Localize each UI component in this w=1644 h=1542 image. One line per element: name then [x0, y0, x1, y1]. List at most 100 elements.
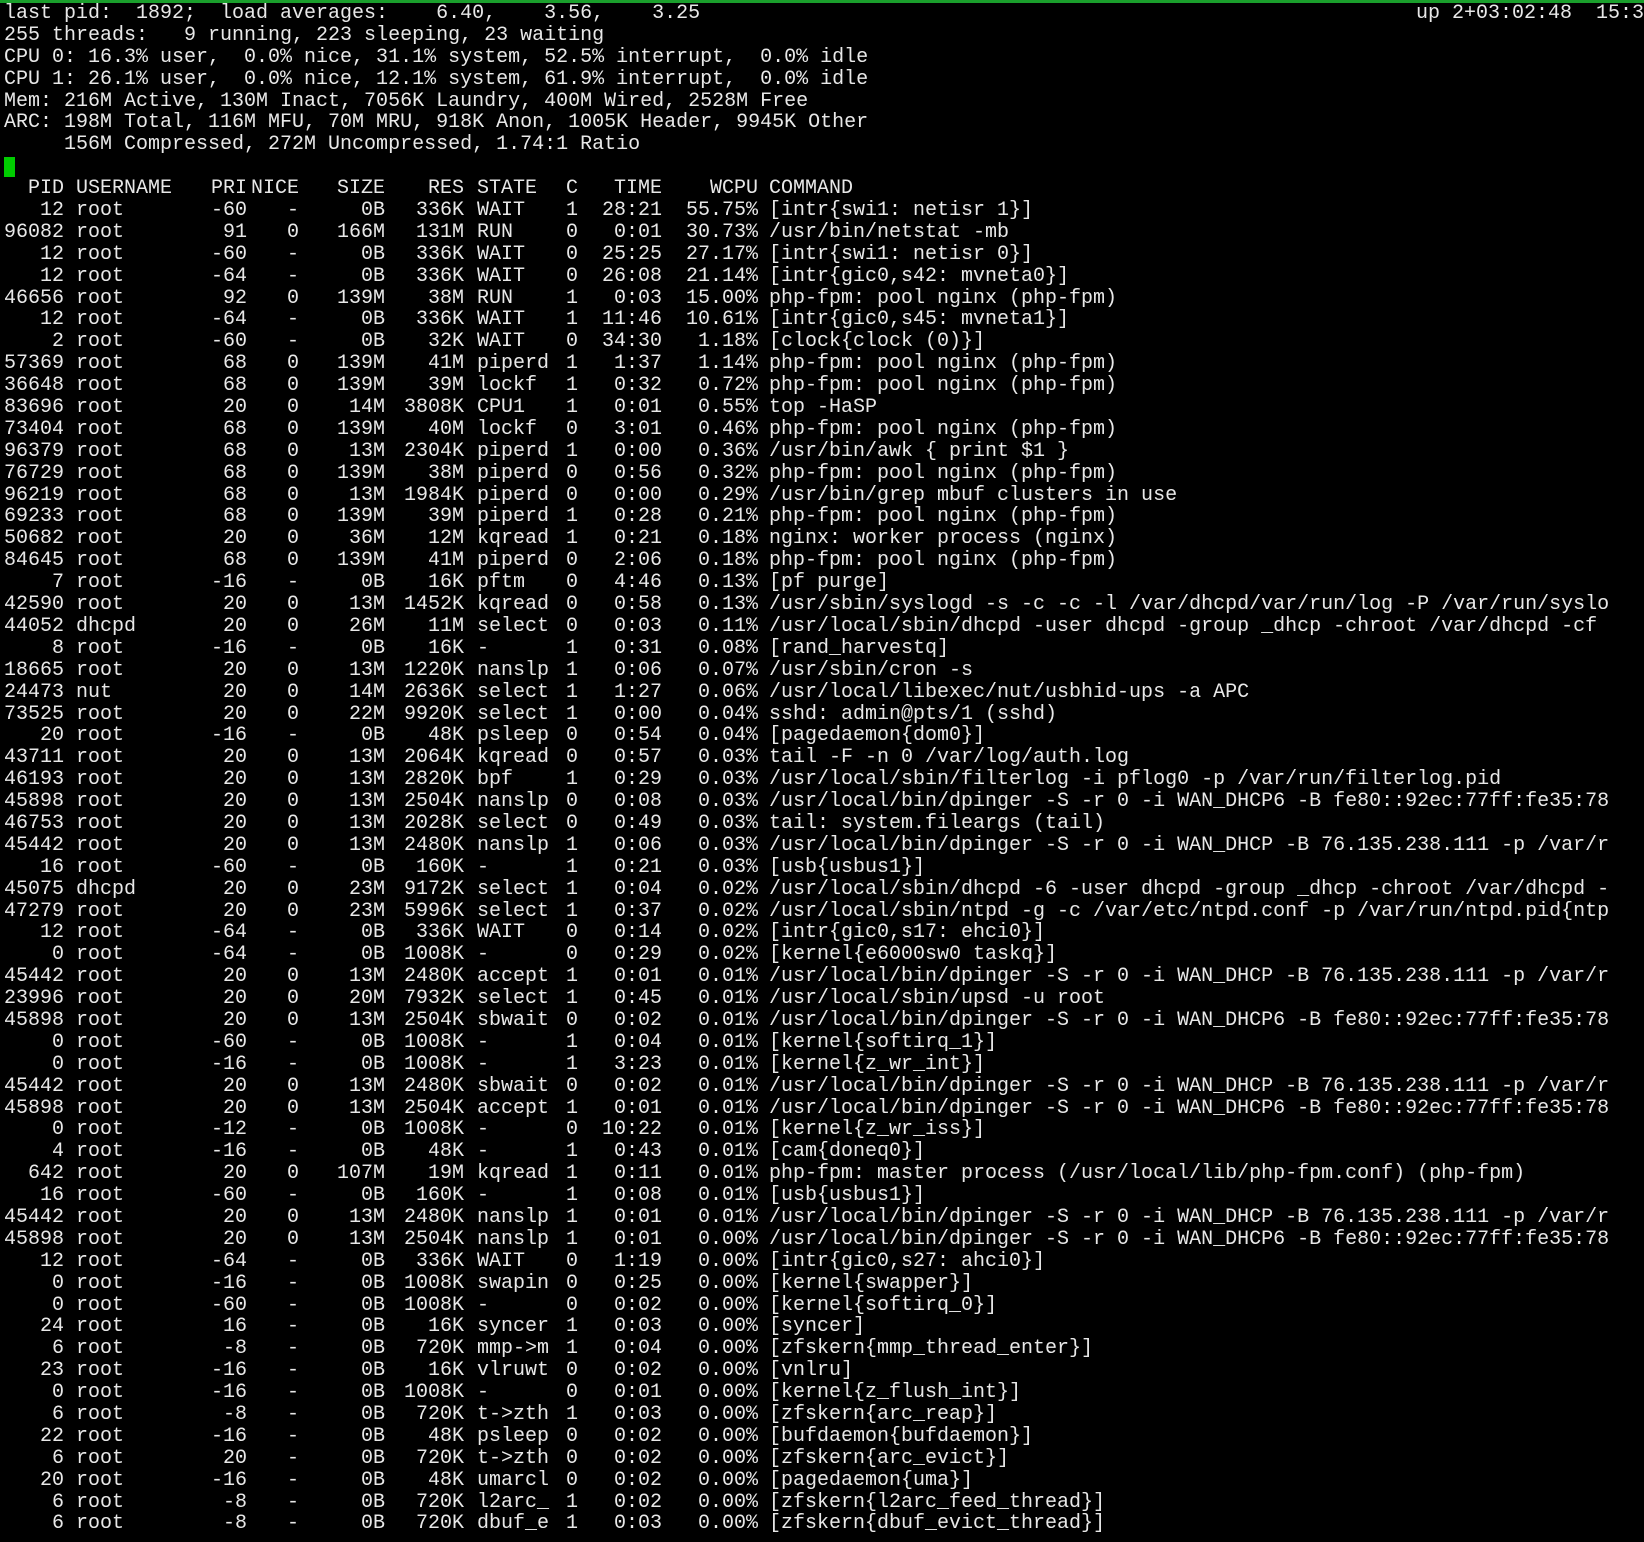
process-pri: -16	[210, 1271, 247, 1295]
process-size: 20M	[348, 987, 385, 1011]
process-nice: -	[286, 1468, 299, 1492]
command-prompt[interactable]	[4, 156, 1644, 178]
process-cpu: 1	[565, 1205, 578, 1229]
process-wcpu: 0.03%	[697, 855, 758, 879]
process-row: 45442 root 20 0 13M 2480K nanslp 1 0:01 0.01% /usr…	[4, 1207, 1644, 1229]
process-wcpu: 0.18%	[697, 527, 758, 551]
process-row: 83696 root 20 0 14M 3808K CPU1 1 0:01 0.55% top -H…	[4, 397, 1644, 419]
process-wcpu: 0.01%	[697, 987, 758, 1011]
process-row: 96082 root 91 0 166M 131M RUN 0 0:01 30.73% /usr/b…	[4, 222, 1644, 244]
process-nice: -	[286, 1030, 299, 1054]
process-row: 12 root -64 - 0B 336K WAIT 1 11:46 10.61% [intr{gi…	[4, 309, 1644, 331]
process-state: lockf	[477, 417, 538, 441]
process-time: 28:21	[601, 199, 662, 223]
process-pid: 84645	[4, 549, 65, 573]
process-nice: -	[286, 943, 299, 967]
process-pri: -60	[210, 1030, 247, 1054]
process-state: -	[477, 1052, 490, 1076]
process-pid: 43711	[4, 746, 65, 770]
process-size: 0B	[360, 724, 385, 748]
process-pid: 642	[27, 1162, 64, 1186]
process-pid: 96082	[4, 220, 65, 244]
process-nice: 0	[286, 658, 299, 682]
process-state: RUN	[477, 220, 514, 244]
process-cpu: 1	[565, 1337, 578, 1361]
process-pid: 7	[51, 571, 64, 595]
process-username: root	[76, 593, 125, 617]
process-res: 336K	[415, 1249, 464, 1273]
process-nice: 0	[286, 352, 299, 376]
process-res: 2504K	[403, 1227, 464, 1251]
process-command: php-fpm: pool nginx (php-fpm)	[769, 286, 1118, 310]
process-row: 0 root -16-0B 1008K -1 3:23 0.01% [kernel{z_wr_…	[4, 1052, 1644, 1076]
process-username: root	[76, 1403, 125, 1426]
process-command: php-fpm: pool nginx (php-fpm)	[769, 352, 1118, 376]
process-time: 0:04	[613, 1030, 662, 1054]
process-cpu: 0	[565, 330, 578, 354]
process-row: 4 root -16-0B 48K -1 0:43 0.01% [cam{doneq0}]	[4, 1141, 1644, 1163]
process-time: 0:00	[613, 702, 662, 726]
process-pri: 20	[222, 1074, 247, 1098]
summary-arc-line: ARC: 198M Total, 116M MFU, 70M MRU, 918K…	[4, 111, 869, 135]
process-command: /usr/local/bin/dpinger -S -r 0 -i WAN_DH…	[769, 833, 1610, 857]
process-nice: 0	[286, 527, 299, 551]
process-size: 0B	[360, 1424, 385, 1448]
header-pri: PRI	[210, 177, 247, 201]
process-wcpu: 0.01%	[697, 1118, 758, 1142]
process-username: root	[76, 921, 125, 945]
process-nice: 0	[286, 549, 299, 573]
process-wcpu: 0.36%	[697, 439, 758, 463]
process-wcpu: 15.00%	[685, 286, 758, 310]
process-wcpu: 0.04%	[697, 702, 758, 726]
process-size: 14M	[348, 680, 385, 704]
process-row: 23996 root 20 0 20M 7932K select 1 0:45 0.01% /usr…	[4, 988, 1644, 1010]
process-state: sbwait	[477, 1008, 550, 1032]
process-cpu: 0	[565, 1446, 578, 1470]
process-username: root	[76, 439, 125, 463]
process-res: 720K	[415, 1337, 464, 1361]
process-row: 47279 root 20 0 23M 5996K select 1 0:37 0.02% /usr…	[4, 899, 1644, 923]
process-pri: 20	[222, 790, 247, 814]
process-size: 0B	[360, 921, 385, 945]
process-cpu: 0	[565, 1381, 578, 1405]
process-pid: 12	[39, 199, 64, 223]
process-wcpu: 0.13%	[697, 571, 758, 595]
process-pid: 45442	[4, 965, 65, 989]
process-cpu: 1	[565, 1227, 578, 1251]
process-cpu: 0	[565, 1359, 578, 1383]
process-nice: -	[286, 308, 299, 332]
process-state: kqread	[477, 1162, 550, 1186]
process-username: root	[76, 220, 125, 244]
process-command: [pagedaemon{uma}]	[769, 1468, 974, 1492]
process-size: 0B	[360, 308, 385, 332]
process-pid: 50682	[4, 527, 65, 551]
process-pid: 16	[39, 855, 64, 879]
process-res: 16K	[427, 1359, 464, 1383]
process-command: [usb{usbus1}]	[769, 1184, 926, 1208]
process-time: 34:30	[601, 330, 662, 354]
process-time: 0:01	[613, 396, 662, 420]
process-row: 42590 root 20 0 13M 1452K kqread 0 0:58 0.13% /usr…	[4, 594, 1644, 616]
process-list: 12 root -60-0B 336K WAIT 1 28:21 55.75% [intr{sw…	[4, 200, 1644, 1535]
process-res: 1008K	[403, 1293, 464, 1317]
process-cpu: 1	[565, 1030, 578, 1054]
header-wcpu: WCPU	[709, 177, 758, 201]
process-command: /usr/local/bin/dpinger -S -r 0 -i WAN_DH…	[769, 1008, 1610, 1032]
process-pri: -64	[210, 1249, 247, 1273]
process-username: root	[76, 899, 125, 923]
process-pid: 45075	[4, 877, 65, 901]
process-cpu: 0	[565, 220, 578, 244]
process-table-header: PID USERNAME PRI NICE SIZE RES STATE C T…	[4, 178, 1644, 200]
process-username: root	[76, 330, 125, 354]
terminal-window[interactable]: up 2+03:02:48 15:3 last pid: 1892; load …	[0, 0, 1644, 1542]
process-time: 0:06	[613, 658, 662, 682]
process-cpu: 1	[565, 680, 578, 704]
summary-mem-line: Mem: 216M Active, 130M Inact, 7056K Laun…	[4, 89, 809, 113]
process-pid: 45898	[4, 1096, 65, 1120]
process-username: root	[76, 636, 125, 660]
process-state: WAIT	[477, 1249, 526, 1273]
process-username: root	[76, 417, 125, 441]
process-username: root	[76, 1490, 125, 1514]
process-wcpu: 0.00%	[697, 1512, 758, 1536]
process-size: 0B	[360, 1118, 385, 1142]
